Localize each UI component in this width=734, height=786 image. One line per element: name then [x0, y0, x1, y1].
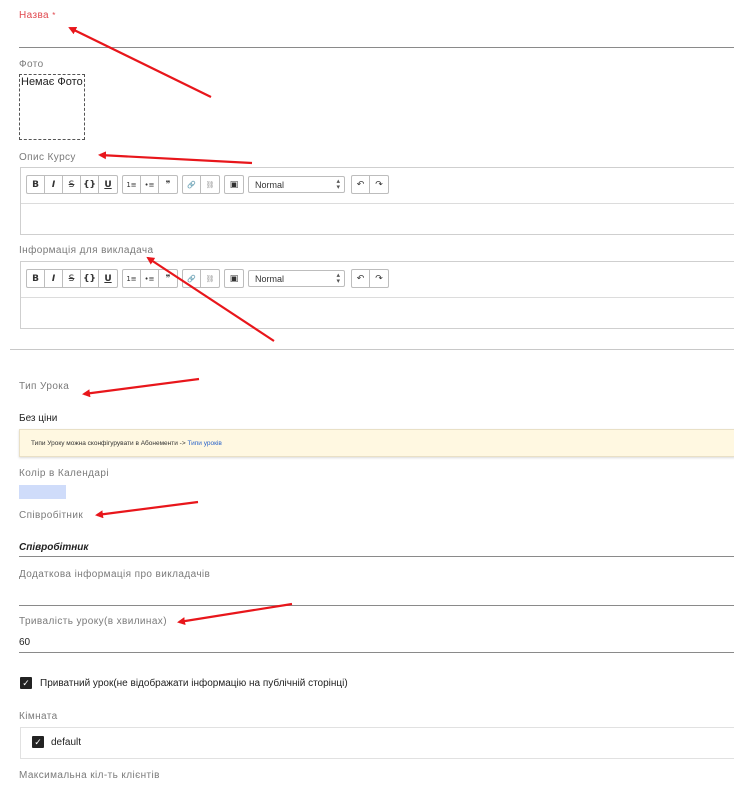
calendar-color-picker[interactable]	[19, 485, 66, 499]
redo-icon[interactable]: ↷	[370, 176, 388, 193]
unlink-icon[interactable]: ⛓	[201, 270, 219, 287]
quote-icon[interactable]: ❞	[159, 176, 177, 193]
course-description-editor[interactable]: B I S {} U 1≡ •≡ ❞ 🔗 ⛓ ▣ Normal ▴ ▾ ↶ ↷	[20, 167, 734, 235]
underline-button[interactable]: U	[99, 270, 117, 287]
image-icon[interactable]: ▣	[225, 270, 243, 287]
lesson-type-hint: Типи Уроку можна сконфігурувати в Абонем…	[19, 429, 734, 457]
room-default-checkbox[interactable]: ✓	[32, 736, 44, 748]
calendar-color-label: Колір в Календарі	[19, 468, 109, 479]
arrow-to-lesson-type	[82, 377, 200, 398]
lesson-type-label: Тип Урока	[19, 381, 70, 392]
italic-button[interactable]: I	[45, 270, 63, 287]
required-mark: *	[52, 11, 56, 20]
room-option-default[interactable]: ✓ default	[32, 736, 81, 748]
strike-button[interactable]: S	[63, 176, 81, 193]
duration-input[interactable]: 60	[19, 637, 30, 648]
lesson-types-link[interactable]: Типи уроків	[187, 440, 221, 447]
lesson-type-select[interactable]: Без ціни	[19, 413, 57, 424]
teacher-info-editor[interactable]: B I S {} U 1≡ •≡ ❞ 🔗 ⛓ ▣ Normal ▴ ▾ ↶ ↷	[20, 261, 734, 329]
ordered-list-icon[interactable]: 1≡	[123, 270, 141, 287]
course-description-label: Опис Курсу	[19, 152, 76, 163]
extra-teacher-info-label: Додаткова інформація про викладачів	[19, 569, 211, 580]
annotation-arrows	[68, 27, 293, 626]
link-icon[interactable]: 🔗	[183, 176, 201, 193]
private-lesson-row[interactable]: ✓ Приватний урок(не відображати інформац…	[20, 677, 348, 689]
max-clients-label: Максимальна кіл-ть клієнтів	[19, 770, 160, 781]
redo-icon[interactable]: ↷	[370, 270, 388, 287]
private-lesson-checkbox[interactable]: ✓	[20, 677, 32, 689]
employee-select[interactable]: Співробітник	[19, 542, 88, 553]
name-label: Назва *	[19, 10, 56, 21]
unlink-icon[interactable]: ⛓	[201, 176, 219, 193]
arrow-to-duration	[177, 602, 293, 626]
hint-text: Типи Уроку можна сконфігурувати в Абонем…	[31, 440, 186, 447]
format-select[interactable]: Normal ▴ ▾	[248, 176, 345, 193]
format-select-value: Normal	[255, 273, 285, 284]
photo-label: Фото	[19, 59, 44, 70]
format-select[interactable]: Normal ▴ ▾	[248, 270, 345, 287]
section-divider	[10, 349, 734, 350]
format-select-value: Normal	[255, 179, 285, 190]
arrow-to-course-description	[98, 151, 253, 165]
underline-button[interactable]: U	[99, 176, 117, 193]
arrow-to-employee	[95, 500, 199, 519]
name-input-underline[interactable]	[19, 47, 734, 48]
editor-toolbar: B I S {} U 1≡ •≡ ❞ 🔗 ⛓ ▣ Normal ▴ ▾ ↶ ↷	[26, 269, 393, 288]
quote-icon[interactable]: ❞	[159, 270, 177, 287]
italic-button[interactable]: I	[45, 176, 63, 193]
room-options-box: ✓ default	[20, 727, 734, 759]
arrow-to-name	[68, 27, 212, 98]
ordered-list-icon[interactable]: 1≡	[123, 176, 141, 193]
duration-label: Тривалість уроку(в хвилинах)	[19, 616, 167, 627]
duration-underline	[19, 652, 734, 653]
editor-divider	[21, 297, 734, 298]
code-button[interactable]: {}	[81, 176, 99, 193]
private-lesson-label: Приватний урок(не відображати інформацію…	[40, 677, 348, 689]
teacher-info-label: Інформація для викладача	[19, 245, 154, 256]
room-option-label: default	[51, 736, 82, 748]
editor-toolbar: B I S {} U 1≡ •≡ ❞ 🔗 ⛓ ▣ Normal ▴ ▾ ↶ ↷	[26, 175, 393, 194]
photo-placeholder: Немає Фото	[21, 76, 83, 88]
undo-icon[interactable]: ↶	[352, 176, 370, 193]
bold-button[interactable]: B	[27, 176, 45, 193]
bullet-list-icon[interactable]: •≡	[141, 270, 159, 287]
strike-button[interactable]: S	[63, 270, 81, 287]
employee-label: Співробітник	[19, 510, 84, 521]
photo-upload-box[interactable]: Немає Фото	[19, 74, 85, 140]
code-button[interactable]: {}	[81, 270, 99, 287]
select-arrows-icon: ▴ ▾	[336, 271, 340, 285]
link-icon[interactable]: 🔗	[183, 270, 201, 287]
extra-teacher-info-input[interactable]	[19, 605, 734, 606]
employee-underline	[19, 556, 734, 557]
select-arrows-icon: ▴ ▾	[336, 177, 340, 191]
editor-divider	[21, 203, 734, 204]
room-label: Кімната	[19, 711, 58, 722]
undo-icon[interactable]: ↶	[352, 270, 370, 287]
bullet-list-icon[interactable]: •≡	[141, 176, 159, 193]
image-icon[interactable]: ▣	[225, 176, 243, 193]
bold-button[interactable]: B	[27, 270, 45, 287]
